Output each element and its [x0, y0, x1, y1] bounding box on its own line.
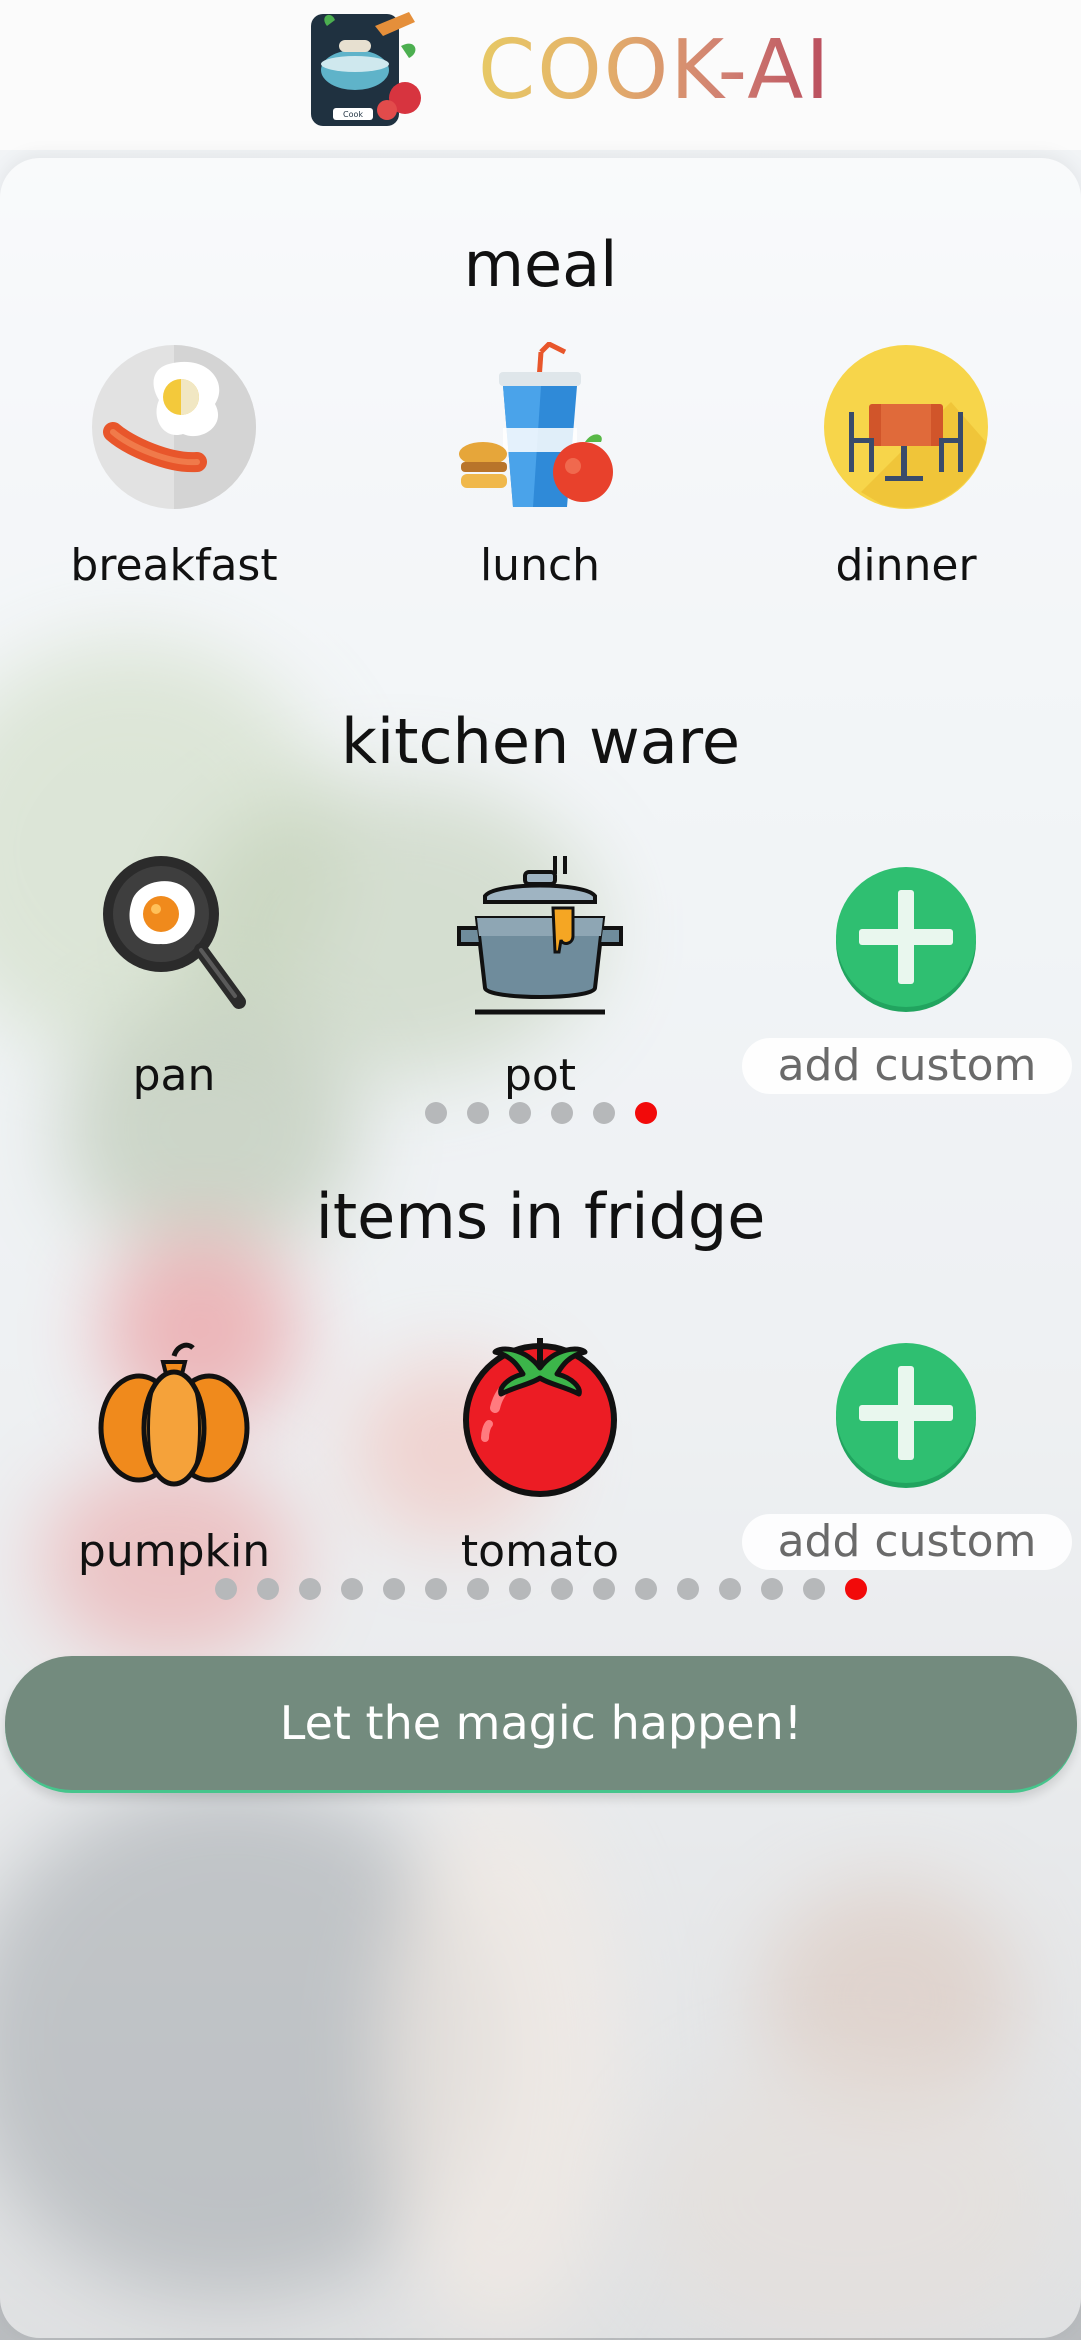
fridge-item-label: tomato [460, 1526, 620, 1577]
page-dot[interactable] [592, 1102, 615, 1124]
page-dot[interactable] [508, 1102, 531, 1124]
page-dot[interactable] [466, 1578, 489, 1600]
page-dot[interactable] [466, 1102, 489, 1124]
meal-item-label: breakfast [70, 540, 278, 591]
frying-pan-icon [103, 856, 246, 1009]
meal-item-label: dinner [835, 540, 977, 591]
lunch-drink-burger-icon [459, 342, 613, 507]
app-title: COOK-AI [478, 16, 832, 126]
page-dot[interactable] [298, 1578, 321, 1600]
page-dot[interactable] [634, 1578, 657, 1600]
page-dot[interactable] [424, 1578, 447, 1600]
page-dot[interactable] [802, 1578, 825, 1600]
chef-pot-logo-icon: Cook [311, 12, 421, 126]
pumpkin-icon [98, 1342, 250, 1487]
kitchen-item-pot[interactable]: pot [410, 852, 670, 1101]
page-dot[interactable] [676, 1578, 699, 1600]
fridge-page-indicator [0, 1578, 1081, 1602]
fridge-item-tomato[interactable]: tomato [410, 1328, 670, 1577]
meal-item-breakfast[interactable]: breakfast [44, 342, 304, 591]
kitchen-item-pan[interactable]: pan [44, 852, 304, 1101]
fridge-item-pumpkin[interactable]: pumpkin [44, 1328, 304, 1577]
page-dot[interactable] [718, 1578, 741, 1600]
kitchen-ware-section-title: kitchen ware [341, 705, 740, 778]
page-dot[interactable] [550, 1578, 573, 1600]
page-dot[interactable] [508, 1578, 531, 1600]
tomato-icon [463, 1338, 617, 1497]
page-dot[interactable] [424, 1102, 447, 1124]
page-dot-active[interactable] [634, 1102, 657, 1124]
fridge-section-title: items in fridge [315, 1180, 766, 1253]
add-icon [836, 1343, 976, 1488]
meal-item-label: lunch [479, 540, 601, 591]
app-header: Cook COOK-AI [0, 0, 1081, 150]
fridge-add-custom-label[interactable]: add custom [742, 1514, 1072, 1570]
page-dot[interactable] [340, 1578, 363, 1600]
kitchen-ware-page-indicator [0, 1102, 1081, 1126]
breakfast-plate-icon [92, 345, 256, 509]
page-dot[interactable] [382, 1578, 405, 1600]
kitchen-item-label: pan [132, 1050, 216, 1101]
add-icon [836, 867, 976, 1012]
page-dot[interactable] [760, 1578, 783, 1600]
cooking-pot-icon [457, 856, 623, 1015]
svg-text:Cook: Cook [343, 110, 363, 119]
meal-item-dinner[interactable]: dinner [776, 342, 1036, 591]
page-dot[interactable] [214, 1578, 237, 1600]
page-dot[interactable] [256, 1578, 279, 1600]
meal-section-title: meal [463, 228, 618, 301]
meal-item-lunch[interactable]: lunch [410, 342, 670, 591]
page-dot[interactable] [592, 1578, 615, 1600]
page-dot-active[interactable] [844, 1578, 867, 1600]
kitchen-item-label: pot [503, 1050, 577, 1101]
generate-recipe-button[interactable]: Let the magic happen! [5, 1656, 1077, 1793]
fridge-item-label: pumpkin [77, 1526, 271, 1577]
dinner-table-icon [824, 345, 988, 509]
kitchen-add-custom-label[interactable]: add custom [742, 1038, 1072, 1094]
page-dot[interactable] [550, 1102, 573, 1124]
